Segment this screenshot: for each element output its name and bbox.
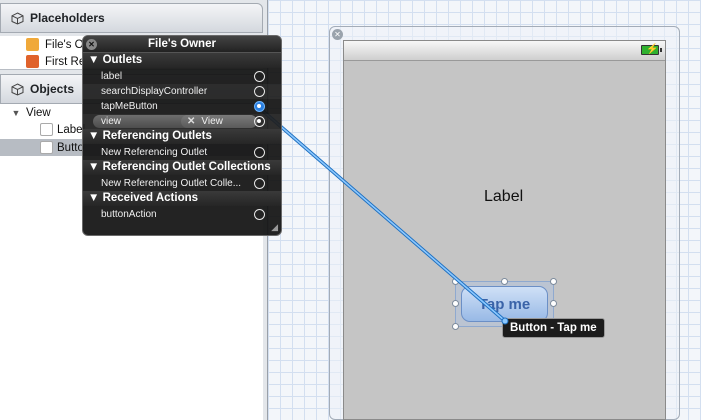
resize-handle[interactable] <box>550 300 557 307</box>
referencing-outlets-section[interactable]: ▼ Referencing Outlets <box>83 129 281 144</box>
view-outlet-target[interactable]: ✕ View <box>181 115 257 128</box>
placeholder-first-responder[interactable]: First Re <box>26 53 85 70</box>
cube-icon <box>11 11 24 25</box>
connection-circle-icon[interactable] <box>254 178 265 189</box>
close-icon[interactable]: ✕ <box>332 29 343 40</box>
button-icon <box>40 141 53 154</box>
outlet-row-view: view ✕ View <box>83 114 281 129</box>
objects-title: Objects <box>30 82 75 96</box>
view-controller-view[interactable]: ⚡ Label <box>343 40 666 420</box>
placeholders-header[interactable]: Placeholders <box>0 3 263 33</box>
resize-handle[interactable] <box>452 278 459 285</box>
connection-circle-icon[interactable] <box>254 147 265 158</box>
files-owner-icon <box>26 38 39 51</box>
connection-circle-icon[interactable] <box>254 71 265 82</box>
outline-item-label-text: Label <box>57 123 86 136</box>
outline-item-button-text: Butto <box>57 141 84 154</box>
view-label[interactable]: Label <box>484 188 523 206</box>
view-outlet-pill[interactable]: view ✕ View <box>93 115 257 128</box>
disconnect-icon[interactable]: ✕ <box>187 116 195 127</box>
referencing-outlet-collection-row: New Referencing Outlet Colle... <box>83 176 281 191</box>
placeholder-label: First Re <box>45 55 86 68</box>
resize-handle[interactable] <box>452 323 459 330</box>
referencing-outlet-collections-section[interactable]: ▼ Referencing Outlet Collections <box>83 160 281 175</box>
outlets-section[interactable]: ▼ Outlets <box>83 53 281 68</box>
placeholder-files-owner[interactable]: File's O <box>26 36 84 53</box>
connection-circle-icon[interactable] <box>254 209 265 220</box>
label-icon <box>40 123 53 136</box>
hud-title: File's Owner <box>83 36 281 53</box>
first-responder-icon <box>26 55 39 68</box>
outlet-row: tapMeButton <box>83 99 281 114</box>
connection-circle-icon[interactable] <box>254 101 265 112</box>
outlet-row: searchDisplayController <box>83 84 281 99</box>
placeholder-label: File's O <box>45 38 84 51</box>
battery-icon: ⚡ <box>641 44 662 55</box>
outline-item-label: View <box>26 106 51 119</box>
connection-circle-icon[interactable] <box>254 86 265 97</box>
button-tooltip: Button - Tap me <box>502 318 605 338</box>
received-action-row: buttonAction <box>83 207 281 222</box>
connection-circle-icon[interactable] <box>254 116 265 127</box>
resize-grip-icon[interactable]: ◢ <box>271 222 278 233</box>
placeholders-title: Placeholders <box>30 11 105 25</box>
connections-hud: File's Owner ✕ ▼ Outlets label searchDis… <box>82 35 282 236</box>
received-actions-section[interactable]: ▼ Received Actions <box>83 191 281 206</box>
resize-handle[interactable] <box>550 278 557 285</box>
status-bar: ⚡ <box>344 41 665 61</box>
resize-handle[interactable] <box>501 278 508 285</box>
close-icon[interactable]: ✕ <box>86 39 97 50</box>
referencing-outlet-row: New Referencing Outlet <box>83 145 281 160</box>
outlet-row: label <box>83 69 281 84</box>
tap-me-button[interactable]: Tap me <box>461 286 548 322</box>
cube-icon <box>11 82 24 96</box>
resize-handle[interactable] <box>452 300 459 307</box>
disclosure-triangle-icon[interactable]: ▼ <box>10 108 22 118</box>
